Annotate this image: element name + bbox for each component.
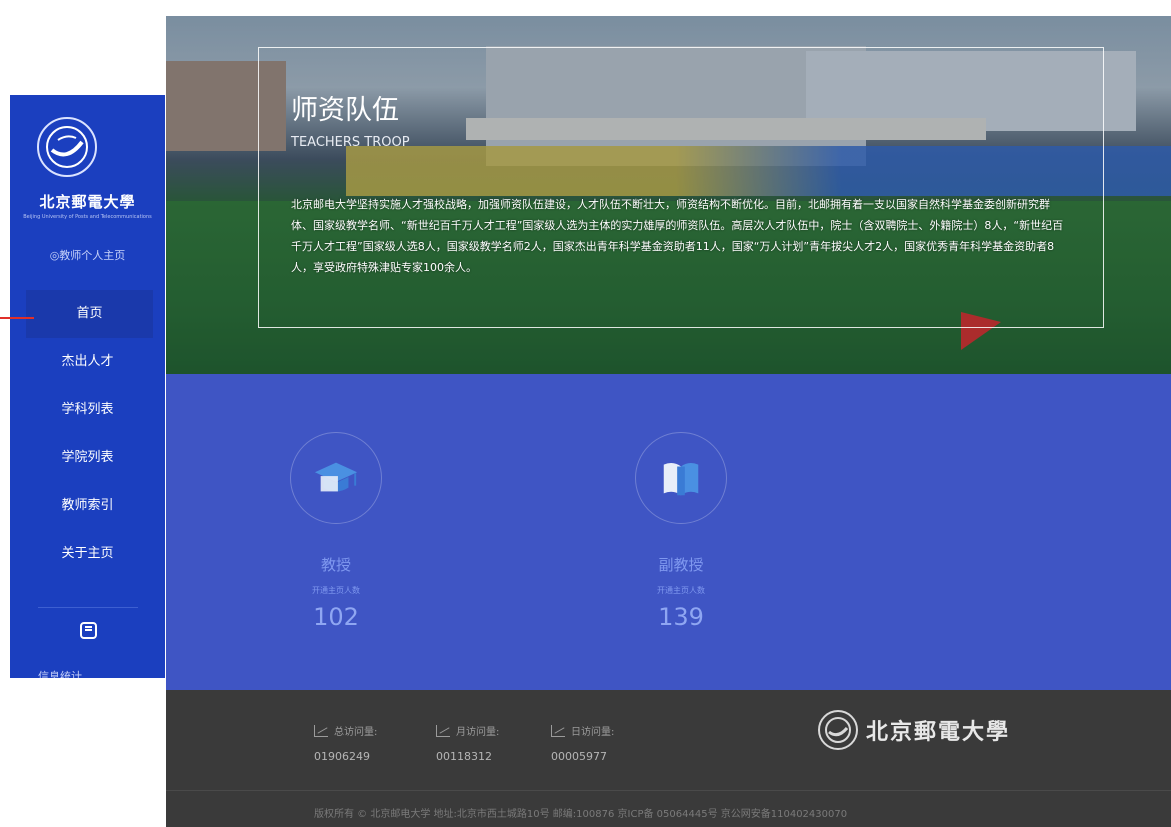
visit-label: 总访问量: <box>334 727 378 738</box>
hero-description: 北京邮电大学坚持实施人才强校战略，加强师资队伍建设，人才队伍不断壮大，师资结构不… <box>291 198 1064 274</box>
stat-professor[interactable]: 教授 开通主页人数 102 <box>266 432 406 631</box>
copyright-text: 版权所有 © 北京邮电大学 地址:北京市西土城路10号 邮编:100876 京I… <box>314 809 848 820</box>
university-subname: Beijing University of Posts and Telecomm… <box>23 214 152 220</box>
sidebar-item-teacher-index[interactable]: 教师索引 <box>10 482 165 530</box>
university-emblem-icon[interactable] <box>37 117 97 177</box>
sidebar-item-about[interactable]: 关于主页 <box>10 530 165 578</box>
hero-subtitle: TEACHERS TROOP <box>291 135 410 150</box>
stat-value: 102 <box>313 603 359 631</box>
sidebar-item-outstanding-talents[interactable]: 杰出人才 <box>10 338 165 386</box>
visit-label: 日访问量: <box>571 727 615 738</box>
university-emblem-icon <box>818 710 858 750</box>
footer-logo[interactable]: 北京郵電大學 <box>818 710 1010 750</box>
visit-value: 00005977 <box>551 750 607 763</box>
stat-title: 副教授 <box>658 556 704 574</box>
visit-label: 月访问量: <box>456 727 500 738</box>
sidebar-item-disciplines[interactable]: 学科列表 <box>10 386 165 434</box>
sidebar-item-schools[interactable]: 学院列表 <box>10 434 165 482</box>
visit-monthly: 月访问量: 00118312 <box>436 723 499 763</box>
visit-value: 01906249 <box>314 750 370 763</box>
line-chart-icon <box>551 724 565 737</box>
stat-value: 139 <box>658 603 704 631</box>
sidebar: 北京郵電大學 Beijing University of Posts and T… <box>10 95 165 678</box>
stat-associate-professor[interactable]: 副教授 开通主页人数 139 <box>611 432 751 631</box>
active-indicator <box>0 317 34 319</box>
stat-title: 教授 <box>320 556 351 574</box>
visit-value: 00118312 <box>436 750 492 763</box>
stat-icon-circle <box>635 432 727 524</box>
personal-home-link[interactable]: ◎教师个人主页 <box>10 247 165 263</box>
sidebar-item-home[interactable]: 首页 <box>26 290 153 338</box>
visit-daily: 日访问量: 00005977 <box>551 723 614 763</box>
visit-total: 总访问量: 01906249 <box>314 723 377 763</box>
hero-banner: 师资队伍 TEACHERS TROOP 北京邮电大学坚持实施人才强校战略，加强师… <box>166 16 1171 374</box>
graduation-cap-icon <box>314 462 358 492</box>
stat-icon-circle <box>290 432 382 524</box>
stat-label: 开通主页人数 <box>657 586 705 595</box>
footer: 总访问量: 01906249 月访问量: 00118312 日访问量: 0000… <box>166 690 1171 827</box>
page: 师资队伍 TEACHERS TROOP 北京邮电大学坚持实施人才强校战略，加强师… <box>0 0 1171 827</box>
hero-title: 师资队伍 <box>291 95 399 126</box>
footer-university-name: 北京郵電大學 <box>866 719 1011 745</box>
sidebar-menu: 首页 杰出人才 学科列表 学院列表 教师索引 关于主页 <box>10 290 165 578</box>
university-name: 北京郵電大學 <box>39 193 136 211</box>
book-icon <box>663 463 699 496</box>
sidebar-bottom-label[interactable]: 信息统计 <box>38 668 82 678</box>
statistics-icon[interactable] <box>80 622 97 639</box>
sidebar-divider <box>38 607 138 608</box>
stat-label: 开通主页人数 <box>312 586 360 595</box>
line-chart-icon <box>436 724 450 737</box>
stats-section: 教授 开通主页人数 102 副教授 开通主页人数 139 <box>166 374 1171 690</box>
line-chart-icon <box>314 724 328 737</box>
